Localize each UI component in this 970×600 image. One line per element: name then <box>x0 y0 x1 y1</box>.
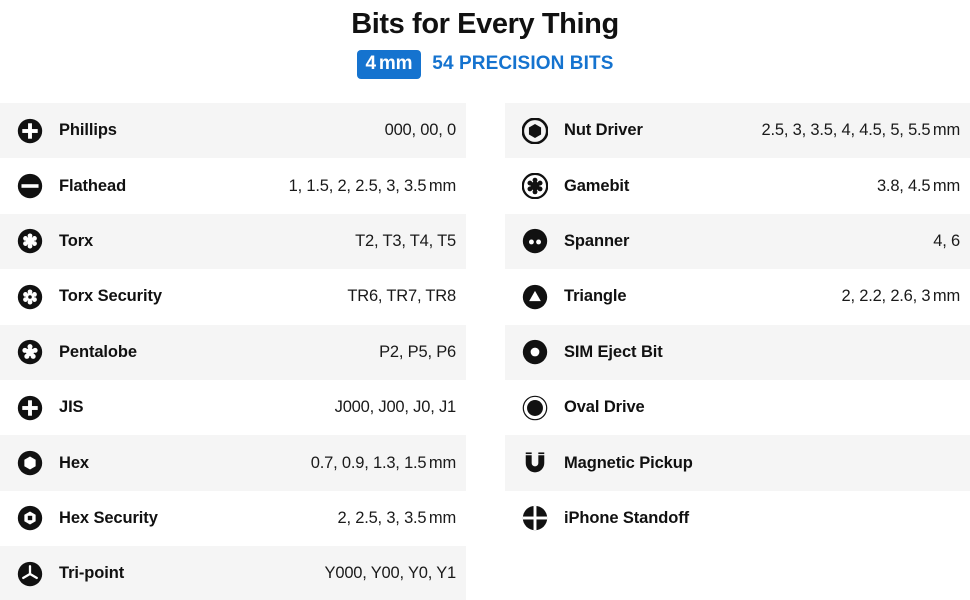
bit-name: Triangle <box>564 287 627 306</box>
bit-sizes: J000, J00, J0, J1 <box>334 398 457 417</box>
bit-sizes: 000, 00, 0 <box>384 121 457 140</box>
bit-sizes-value: T2, T3, T4, T5 <box>355 231 456 250</box>
bit-row: Spanner 4, 6 <box>505 213 970 270</box>
bit-sizes-value: P2, P5, P6 <box>379 342 456 361</box>
oval-drive-bit-icon <box>522 395 548 421</box>
bit-row: SIM Eject Bit <box>505 324 970 380</box>
page-title: Bits for Every Thing <box>351 8 619 40</box>
bit-sizes-value: 4, 6 <box>933 231 960 250</box>
header: Bits for Every Thing 4 mm 54 PRECISION BI… <box>0 0 970 79</box>
bit-name: Tri-point <box>59 564 125 583</box>
bit-row: Tri-point Y000, Y00, Y0, Y1 <box>0 546 466 600</box>
bit-sizes-value: 1, 1.5, 2, 2.5, 3, 3.5 <box>288 176 427 195</box>
bit-row: Pentalobe P2, P5, P6 <box>0 324 466 380</box>
bit-name: Flathead <box>59 176 127 195</box>
hex-bit-icon <box>17 450 43 476</box>
bit-sizes: P2, P5, P6 <box>379 343 456 362</box>
bit-name: Hex <box>59 453 89 472</box>
bit-sizes-value: 2.5, 3, 3.5, 4, 4.5, 5, 5.5 <box>761 121 931 140</box>
bit-sizes-value: 2, 2.2, 2.6, 3 <box>841 287 931 306</box>
bit-name: Hex Security <box>59 508 158 527</box>
bit-sizes-unit: mm <box>932 287 960 306</box>
bit-name: Pentalobe <box>59 342 137 361</box>
bit-row: Triangle 2, 2.2, 2.6, 3 mm <box>505 269 970 325</box>
sim-eject-bit-icon <box>522 339 548 365</box>
bit-row: Gamebit 3.8, 4.5 mm <box>505 158 970 214</box>
size-badge-value: 4 <box>365 52 377 74</box>
bit-sizes: 4, 6 <box>933 232 960 251</box>
bit-name: Torx <box>59 231 94 250</box>
bit-sizes: TR6, TR7, TR8 <box>347 287 456 306</box>
bit-row: iPhone Standoff <box>505 490 970 547</box>
bit-count-label: 54 PRECISION BITS <box>432 53 614 74</box>
subtitle-row: 4 mm 54 PRECISION BITS <box>0 49 970 79</box>
tri-point-bit-icon <box>17 561 43 587</box>
bit-name: Spanner <box>564 231 630 250</box>
magnetic-pickup-icon <box>522 450 548 476</box>
phillips-bit-icon <box>17 118 43 144</box>
size-badge: 4 mm <box>356 49 422 79</box>
bit-sizes-value: TR6, TR7, TR8 <box>347 287 456 306</box>
bit-sizes: 2.5, 3, 3.5, 4, 4.5, 5, 5.5 mm <box>761 121 961 140</box>
bit-sizes-value: 000, 00, 0 <box>384 121 457 140</box>
iphone-standoff-bit-icon <box>522 505 548 531</box>
bit-sizes-value: 2, 2.5, 3, 3.5 <box>337 508 427 527</box>
bit-name: JIS <box>59 398 84 417</box>
bit-sizes: 2, 2.2, 2.6, 3 mm <box>841 287 960 306</box>
bit-row: Hex 0.7, 0.9, 1.3, 1.5 mm <box>0 435 466 491</box>
bit-sizes-unit: mm <box>428 176 456 195</box>
pentalobe-bit-icon <box>17 339 43 365</box>
triangle-bit-icon <box>522 284 548 310</box>
bit-sizes: 2, 2.5, 3, 3.5 mm <box>337 509 456 528</box>
bit-column-left: Phillips 000, 00, 0 Flathead 1, 1.5, 2, 2.5… <box>0 103 466 600</box>
bit-sizes-unit: mm <box>932 121 960 140</box>
bit-sizes-value: J000, J00, J0, J1 <box>334 398 457 417</box>
bit-row: Oval Drive <box>505 379 970 436</box>
bit-name: Oval Drive <box>564 398 645 417</box>
flathead-bit-icon <box>17 173 43 199</box>
bit-sizes: 3.8, 4.5 mm <box>877 177 960 196</box>
bit-row: Torx Security TR6, TR7, TR8 <box>0 269 466 325</box>
bit-sizes: Y000, Y00, Y0, Y1 <box>324 564 457 583</box>
jis-bit-icon <box>17 395 43 421</box>
bit-sizes-unit: mm <box>932 176 960 195</box>
bit-row: Flathead 1, 1.5, 2, 2.5, 3, 3.5 mm <box>0 158 466 214</box>
bit-name: Nut Driver <box>564 121 643 140</box>
hex-security-bit-icon <box>17 505 43 531</box>
bit-sizes-unit: mm <box>428 508 456 527</box>
bit-sizes: 1, 1.5, 2, 2.5, 3, 3.5 mm <box>288 176 457 196</box>
bit-row: Nut Driver 2.5, 3, 3.5, 4, 4.5, 5, 5.5 mm <box>505 103 970 159</box>
bit-name: Magnetic Pickup <box>564 453 693 472</box>
size-badge-unit: mm <box>378 52 413 74</box>
bit-row: JIS J000, J00, J0, J1 <box>0 379 466 436</box>
bit-row: Torx T2, T3, T4, T5 <box>0 213 466 270</box>
bit-sizes-value: 3.8, 4.5 <box>876 176 931 195</box>
nut-driver-bit-icon <box>521 117 549 145</box>
spanner-bit-icon <box>522 228 548 254</box>
bit-name: Phillips <box>59 121 117 140</box>
bit-sizes-value: 0.7, 0.9, 1.3, 1.5 <box>310 453 427 472</box>
bit-row: Phillips 000, 00, 0 <box>0 103 466 159</box>
bit-sizes: 0.7, 0.9, 1.3, 1.5 mm <box>311 454 456 473</box>
bit-name: iPhone Standoff <box>564 508 689 527</box>
bit-set-infographic: Bits for Every Thing 4 mm 54 PRECISION BI… <box>0 0 970 600</box>
bit-column-right: Nut Driver 2.5, 3, 3.5, 4, 4.5, 5, 5.5 mm G… <box>505 103 970 600</box>
bit-sizes-unit: mm <box>428 453 456 472</box>
torx-bit-icon <box>17 228 43 254</box>
bit-name: Torx Security <box>59 287 162 306</box>
bit-sizes: T2, T3, T4, T5 <box>355 232 456 251</box>
bit-name: SIM Eject Bit <box>564 342 663 361</box>
torx-security-bit-icon <box>17 284 43 310</box>
bit-row: Magnetic Pickup <box>505 435 970 491</box>
bit-columns: Phillips 000, 00, 0 Flathead 1, 1.5, 2, 2.5… <box>0 103 970 600</box>
bit-row: Hex Security 2, 2.5, 3, 3.5 mm <box>0 490 466 547</box>
bit-sizes-value: Y000, Y00, Y0, Y1 <box>324 564 457 583</box>
bit-name: Gamebit <box>564 176 630 195</box>
gamebit-bit-icon <box>521 172 549 200</box>
